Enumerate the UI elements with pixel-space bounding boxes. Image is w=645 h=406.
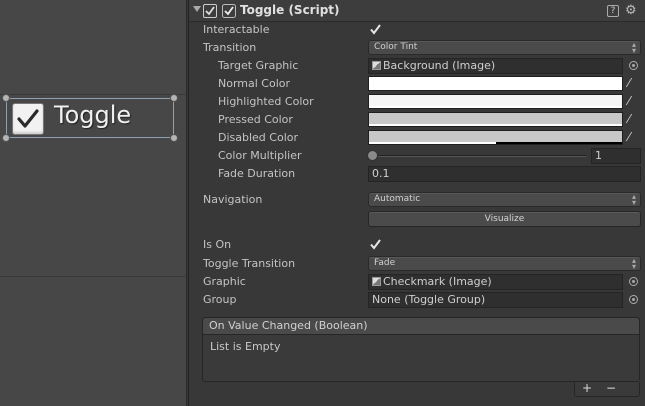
field-label: Color Multiplier — [218, 149, 302, 162]
is-on-checkbox[interactable] — [369, 238, 382, 251]
normal-color-swatch[interactable] — [368, 76, 623, 91]
field-label: Pressed Color — [218, 113, 293, 126]
field-label: Toggle Transition — [203, 257, 296, 270]
grid-line — [0, 94, 186, 95]
scene-view[interactable]: Toggle — [0, 0, 187, 406]
toggle-label-preview: Toggle — [54, 101, 132, 129]
eyedropper-icon[interactable]: ⁄ — [628, 76, 630, 90]
navigation-dropdown[interactable]: Automatic ▴ ▾ — [368, 192, 641, 207]
image-icon — [372, 61, 381, 70]
group-row: Group None (Toggle Group) — [189, 291, 645, 309]
dropdown-value: Automatic — [374, 194, 421, 204]
field-label: Normal Color — [218, 77, 291, 90]
event-header: On Value Changed (Boolean) — [203, 318, 639, 335]
field-label: Disabled Color — [218, 131, 299, 144]
field-label: Navigation — [203, 193, 263, 206]
foldout-triangle-icon[interactable] — [193, 6, 201, 12]
visualize-button[interactable]: Visualize — [368, 211, 641, 227]
highlighted-color-row: Highlighted Color ⁄ — [189, 93, 645, 111]
toggle-transition-dropdown[interactable]: Fade ▴ ▾ — [368, 256, 641, 271]
color-multiplier-row: Color Multiplier 1 — [189, 147, 645, 165]
toggle-component-icon — [203, 4, 217, 18]
visualize-row: Visualize — [189, 211, 645, 229]
help-icon[interactable]: ? — [607, 5, 619, 17]
transition-dropdown[interactable]: Color Tint ▴ ▾ — [368, 40, 641, 55]
object-field-value: Background (Image) — [383, 59, 496, 72]
field-label: Highlighted Color — [218, 95, 314, 108]
grid-line — [0, 276, 186, 277]
disabled-color-row: Disabled Color ⁄ — [189, 129, 645, 147]
interactable-checkbox[interactable] — [369, 23, 382, 36]
field-label: Interactable — [203, 23, 270, 36]
gear-icon[interactable]: ⚙ — [625, 3, 637, 18]
fade-duration-row: Fade Duration 0.1 — [189, 165, 645, 183]
target-graphic-field[interactable]: Background (Image) — [368, 58, 623, 74]
resize-handle-bottom-right[interactable] — [170, 134, 178, 142]
field-label: Fade Duration — [218, 167, 296, 180]
interactable-row: Interactable — [189, 21, 645, 39]
dropdown-value: Color Tint — [374, 42, 418, 52]
transition-row: Transition Color Tint ▴ ▾ — [189, 39, 645, 57]
component-header[interactable]: Toggle (Script) ? ⚙ — [189, 0, 645, 22]
dropdown-arrows-icon: ▴ ▾ — [631, 256, 636, 271]
add-listener-button[interactable]: + — [577, 382, 597, 396]
is-on-row: Is On — [189, 236, 645, 254]
toggle-checkbox-preview[interactable] — [12, 103, 44, 135]
component-enabled-checkbox[interactable] — [222, 4, 236, 18]
field-label: Graphic — [203, 275, 246, 288]
event-empty-text: List is Empty — [210, 340, 281, 353]
checkmark-icon — [17, 109, 39, 128]
eyedropper-icon[interactable]: ⁄ — [628, 112, 630, 126]
graphic-row: Graphic Checkmark (Image) — [189, 273, 645, 291]
graphic-field[interactable]: Checkmark (Image) — [368, 274, 623, 290]
normal-color-row: Normal Color ⁄ — [189, 75, 645, 93]
pressed-color-row: Pressed Color ⁄ — [189, 111, 645, 129]
highlighted-color-swatch[interactable] — [368, 94, 623, 109]
color-multiplier-slider-track[interactable] — [372, 155, 586, 157]
component-title: Toggle (Script) — [240, 3, 340, 17]
pressed-color-swatch[interactable] — [368, 112, 623, 127]
field-label: Is On — [203, 238, 232, 251]
event-footer: + − — [574, 382, 640, 397]
target-graphic-row: Target Graphic Background (Image) — [189, 57, 645, 75]
color-multiplier-input[interactable]: 1 — [591, 148, 641, 164]
image-icon — [372, 277, 381, 286]
dropdown-value: Fade — [374, 258, 396, 268]
fade-duration-input[interactable]: 0.1 — [368, 166, 641, 182]
resize-handle-top-left[interactable] — [2, 94, 10, 102]
eyedropper-icon[interactable]: ⁄ — [628, 94, 630, 108]
object-field-value: Checkmark (Image) — [383, 275, 492, 288]
on-value-changed-event: On Value Changed (Boolean) List is Empty — [202, 317, 640, 382]
remove-listener-button[interactable]: − — [601, 382, 621, 396]
toggle-transition-row: Toggle Transition Fade ▴ ▾ — [189, 255, 645, 273]
field-label: Transition — [203, 41, 257, 54]
eyedropper-icon[interactable]: ⁄ — [628, 130, 630, 144]
object-picker-icon[interactable] — [629, 61, 638, 70]
dropdown-arrows-icon: ▴ ▾ — [631, 40, 636, 55]
inspector-panel: Toggle (Script) ? ⚙ Interactable Transit… — [188, 0, 645, 406]
dropdown-arrows-icon: ▴ ▾ — [631, 192, 636, 207]
disabled-color-swatch[interactable] — [368, 130, 623, 145]
resize-handle-bottom-left[interactable] — [2, 134, 10, 142]
object-picker-icon[interactable] — [629, 277, 638, 286]
group-field[interactable]: None (Toggle Group) — [368, 292, 623, 308]
color-multiplier-slider-knob[interactable] — [367, 150, 378, 161]
field-label: Target Graphic — [218, 59, 299, 72]
resize-handle-top-right[interactable] — [170, 94, 178, 102]
object-picker-icon[interactable] — [629, 295, 638, 304]
field-label: Group — [203, 293, 237, 306]
object-field-value: None (Toggle Group) — [372, 293, 486, 306]
navigation-row: Navigation Automatic ▴ ▾ — [189, 191, 645, 209]
